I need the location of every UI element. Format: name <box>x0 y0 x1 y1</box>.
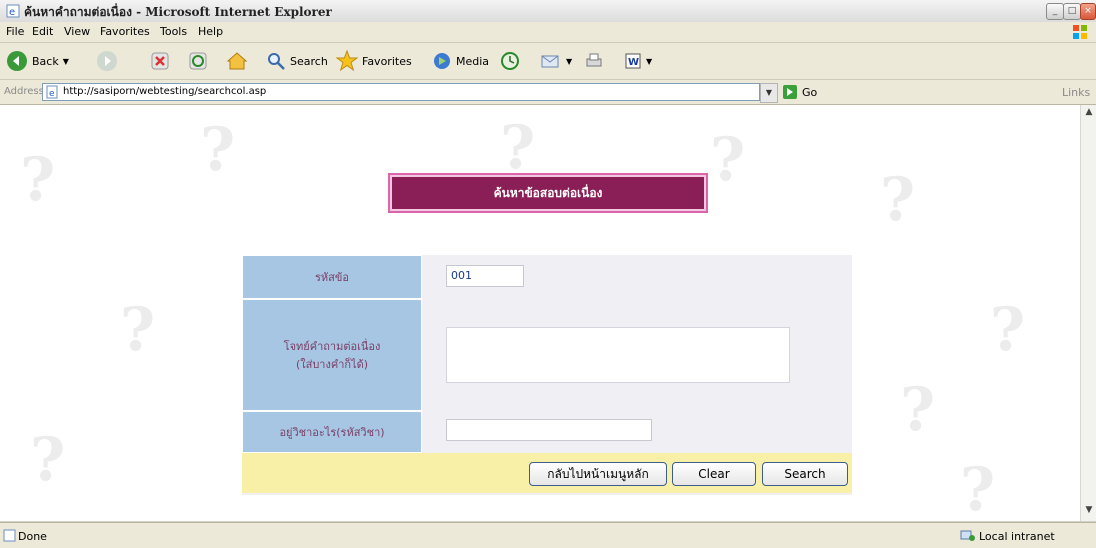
close-button[interactable]: × <box>1080 3 1096 20</box>
page-done-icon <box>3 529 16 542</box>
question-text-label-line2: (ใส่บางคำก็ได้) <box>295 358 369 371</box>
search-button[interactable]: Search <box>266 49 328 73</box>
zone-label: Local intranet <box>979 529 1055 543</box>
stop-icon <box>151 52 169 70</box>
back-arrow-icon <box>7 51 27 71</box>
minimize-button[interactable]: _ <box>1046 3 1064 20</box>
menu-favorites[interactable]: Favorites <box>100 25 150 38</box>
address-label: Address <box>4 86 44 97</box>
vertical-scrollbar[interactable]: ▲ ▼ <box>1080 105 1096 521</box>
scroll-up-icon[interactable]: ▲ <box>1083 107 1095 119</box>
forward-arrow-icon <box>97 51 117 71</box>
address-bar: Address e http://sasiporn/webtesting/sea… <box>0 80 1096 105</box>
question-mark-watermark: ? <box>30 425 66 495</box>
forward-button[interactable] <box>96 49 118 73</box>
refresh-icon <box>189 52 207 70</box>
back-to-menu-button[interactable]: กลับไปหน้าเมนูหลัก <box>529 462 667 486</box>
star-icon <box>336 50 358 72</box>
search-icon <box>268 53 285 70</box>
title-bar: e ค้นหาคำถามต่อเนื่อง - Microsoft Intern… <box>0 0 1096 23</box>
media-button[interactable]: Media <box>432 49 489 73</box>
media-icon <box>434 53 450 69</box>
menu-file[interactable]: File <box>6 25 24 38</box>
question-text-label-line1: โจทย์คำถามต่อเนื่อง <box>283 340 381 353</box>
go-arrow-icon <box>783 85 797 99</box>
ie-page-icon: e <box>6 4 20 18</box>
home-button[interactable] <box>226 49 248 73</box>
button-row: กลับไปหน้าเมนูหลัก Clear Search <box>242 453 852 493</box>
chevron-down-icon: ▼ <box>62 56 69 66</box>
links-button[interactable]: Links <box>1062 86 1090 99</box>
edit-word-button[interactable]: W ▼ <box>624 49 652 73</box>
address-url: http://sasiporn/webtesting/searchcol.asp <box>63 86 267 97</box>
menu-view[interactable]: View <box>64 25 90 38</box>
subject-code-label: อยู่วิชาอะไร(รหัสวิชา) <box>242 411 422 453</box>
stop-button[interactable] <box>150 49 170 73</box>
question-text-textarea[interactable] <box>446 327 790 383</box>
refresh-button[interactable] <box>188 49 208 73</box>
svg-text:e: e <box>49 89 55 99</box>
page-icon: e <box>46 85 58 99</box>
question-mark-watermark: ? <box>200 115 236 185</box>
favorites-button[interactable]: Favorites <box>336 49 412 73</box>
question-text-label: โจทย์คำถามต่อเนื่อง (ใส่บางคำก็ได้) <box>242 299 422 411</box>
home-icon <box>226 52 248 70</box>
question-mark-watermark: ? <box>990 295 1026 365</box>
menu-help[interactable]: Help <box>198 25 223 38</box>
history-icon <box>501 52 519 70</box>
address-input[interactable]: e http://sasiporn/webtesting/searchcol.a… <box>42 83 760 101</box>
go-label: Go <box>802 85 818 99</box>
windows-logo-icon <box>1073 25 1087 39</box>
window-title: ค้นหาคำถามต่อเนื่อง - Microsoft Internet… <box>24 5 332 19</box>
question-id-label: รหัสข้อ <box>242 255 422 299</box>
menu-edit[interactable]: Edit <box>32 25 53 38</box>
go-button[interactable]: Go <box>782 84 817 100</box>
print-button[interactable] <box>584 49 604 73</box>
chevron-down-icon: ▼ <box>646 56 653 66</box>
page-heading: ค้นหาข้อสอบต่อเนื่อง <box>388 173 708 213</box>
status-text: Done <box>18 530 47 543</box>
subject-code-input[interactable] <box>446 419 652 441</box>
favorites-label: Favorites <box>362 54 412 68</box>
svg-text:W: W <box>628 57 639 68</box>
question-id-input[interactable]: 001 <box>446 265 524 287</box>
history-button[interactable] <box>500 49 520 73</box>
question-mark-watermark: ? <box>20 145 56 215</box>
back-button[interactable]: Back ▼ <box>6 49 69 73</box>
address-dropdown-button[interactable]: ▼ <box>760 83 778 103</box>
scroll-down-icon[interactable]: ▼ <box>1083 505 1095 517</box>
clear-button[interactable]: Clear <box>672 462 756 486</box>
question-mark-watermark: ? <box>900 375 936 445</box>
page-content: ? ? ? ? ? ? ? ? ? ? ? ค้นหาข้อสอบต่อเนื่… <box>0 105 1080 521</box>
media-label: Media <box>456 54 490 68</box>
menu-tools[interactable]: Tools <box>160 25 187 38</box>
menu-bar: File Edit View Favorites Tools Help <box>0 22 1096 43</box>
svg-text:e: e <box>9 7 15 18</box>
chevron-down-icon: ▼ <box>566 56 573 66</box>
toolbar: Back ▼ Search Favorites Media ▼ W ▼ <box>0 43 1096 80</box>
back-label: Back <box>32 54 59 68</box>
mail-icon <box>541 55 559 68</box>
intranet-icon <box>960 530 975 541</box>
search-submit-button[interactable]: Search <box>762 462 848 486</box>
question-mark-watermark: ? <box>880 165 916 235</box>
printer-icon <box>586 53 602 67</box>
maximize-button[interactable]: □ <box>1063 3 1081 20</box>
mail-button[interactable]: ▼ <box>540 49 572 73</box>
search-label: Search <box>290 54 328 68</box>
status-bar: Done Local intranet <box>0 522 1096 548</box>
question-mark-watermark: ? <box>710 125 746 195</box>
search-form: รหัสข้อ 001 โจทย์คำถามต่อเนื่อง (ใส่บางค… <box>242 255 852 495</box>
security-zone: Local intranet <box>960 529 1055 543</box>
question-mark-watermark: ? <box>120 295 156 365</box>
word-doc-icon: W <box>625 53 641 69</box>
question-mark-watermark: ? <box>960 455 996 521</box>
